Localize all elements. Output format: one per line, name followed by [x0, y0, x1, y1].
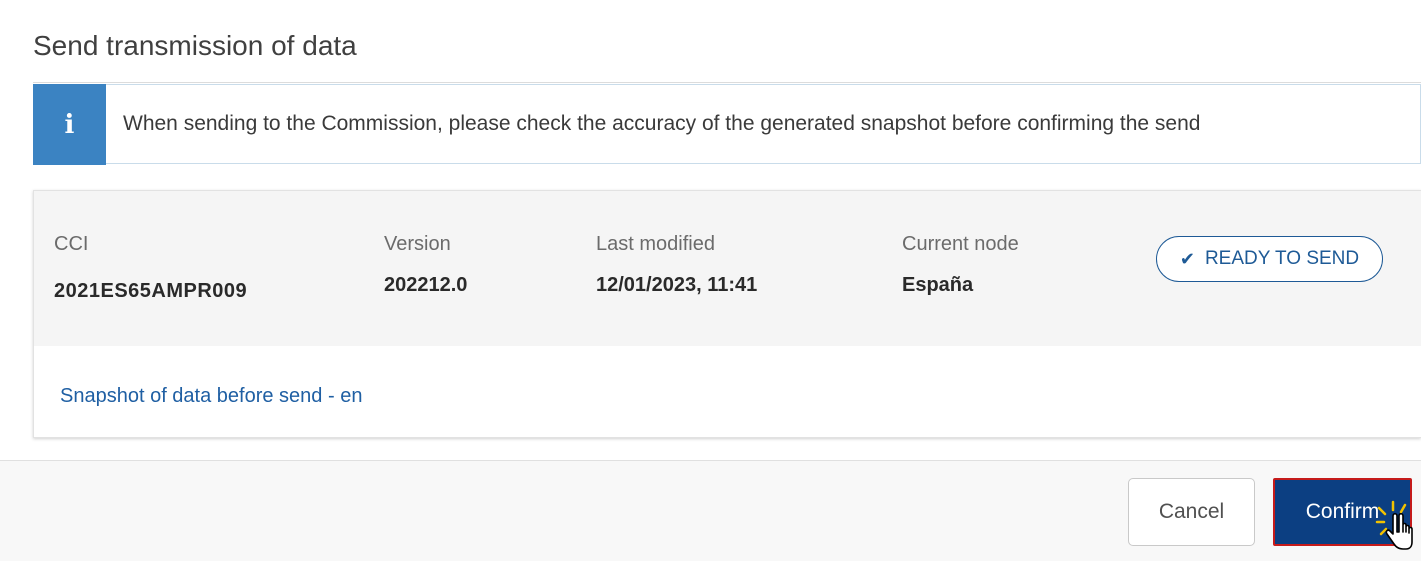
version-label: Version	[384, 233, 451, 255]
record-summary: CCI 2021ES65AMPR009 Version 202212.0 Las…	[34, 191, 1421, 346]
version-field: Version 202212.0	[384, 233, 467, 297]
title-divider	[33, 82, 1421, 83]
last-modified-field: Last modified 12/01/2023, 11:41	[596, 233, 757, 297]
status-badge: ✔ READY TO SEND	[1156, 236, 1383, 282]
hand-cursor-icon	[1375, 500, 1413, 550]
status-label: READY TO SEND	[1204, 248, 1360, 269]
info-banner: i When sending to the Commission, please…	[33, 84, 1421, 165]
current-node-label: Current node	[902, 233, 1019, 255]
cci-field: CCI 2021ES65AMPR009	[54, 233, 247, 303]
cci-label: CCI	[54, 233, 89, 255]
cci-value: 2021ES65AMPR009	[54, 280, 248, 302]
check-icon: ✔	[1179, 248, 1195, 270]
cancel-button[interactable]: Cancel	[1128, 478, 1255, 546]
current-node-value: España	[902, 274, 974, 296]
last-modified-label: Last modified	[596, 233, 715, 255]
dialog-title: Send transmission of data	[33, 30, 357, 61]
record-card: CCI 2021ES65AMPR009 Version 202212.0 Las…	[33, 190, 1421, 438]
version-value: 202212.0	[384, 274, 468, 296]
snapshot-link[interactable]: Snapshot of data before send - en	[60, 385, 362, 408]
last-modified-value: 12/01/2023, 11:41	[596, 274, 758, 296]
current-node-field: Current node España	[902, 233, 1019, 297]
info-icon: i	[33, 84, 106, 165]
info-message: When sending to the Commission, please c…	[123, 112, 1201, 135]
